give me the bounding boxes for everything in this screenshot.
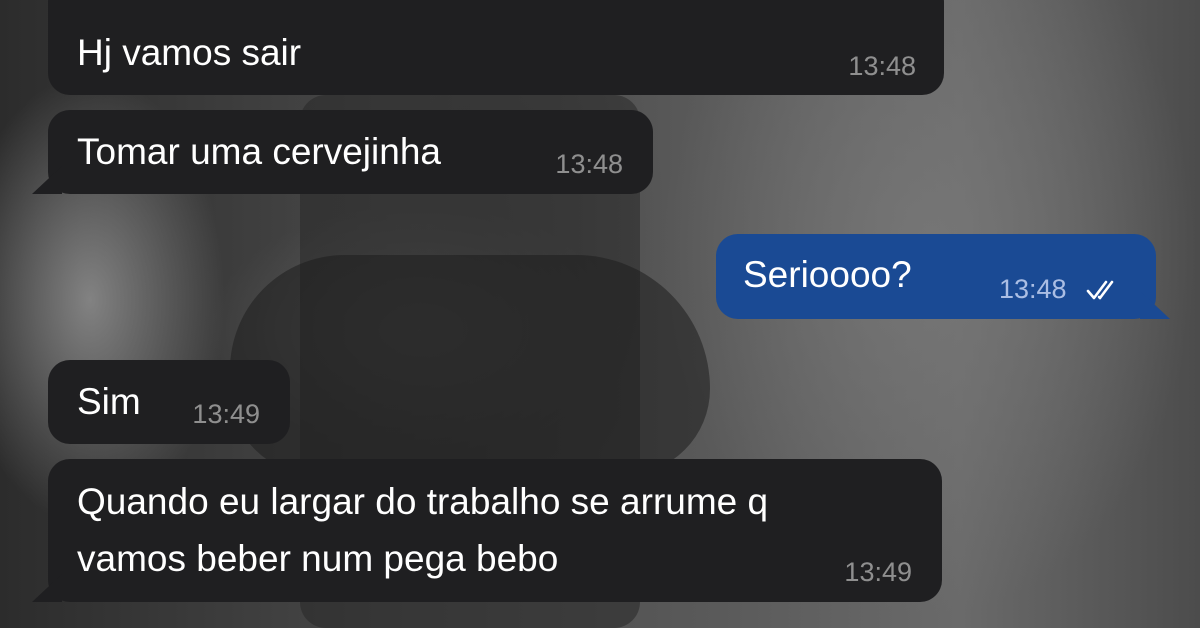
message-text-line: vamos beber num pega bebo <box>77 538 559 579</box>
message-time: 13:48 <box>555 149 623 179</box>
double-check-icon <box>1086 280 1114 300</box>
message-time: 13:49 <box>192 399 260 429</box>
outgoing-message-bubble[interactable]: Serioooo? 13:48 <box>716 234 1156 319</box>
incoming-message-bubble[interactable]: Hj vamos sair 13:48 <box>48 0 944 95</box>
message-text: Hj vamos sair <box>77 32 302 73</box>
message-time: 13:48 <box>999 274 1067 304</box>
message-text-line: Quando eu largar do trabalho se arrume q <box>77 481 769 522</box>
message-time: 13:48 <box>848 51 916 81</box>
message-time: 13:49 <box>844 557 912 587</box>
incoming-message-bubble[interactable]: Quando eu largar do trabalho se arrume q… <box>48 459 942 602</box>
incoming-message-bubble[interactable]: Tomar uma cervejinha 13:48 <box>48 110 653 194</box>
message-text: Serioooo? <box>743 254 912 295</box>
message-text: Tomar uma cervejinha <box>77 131 441 172</box>
wallpaper-hand-shape <box>230 255 710 475</box>
incoming-message-bubble[interactable]: Sim 13:49 <box>48 360 290 444</box>
message-text: Sim <box>77 381 141 422</box>
